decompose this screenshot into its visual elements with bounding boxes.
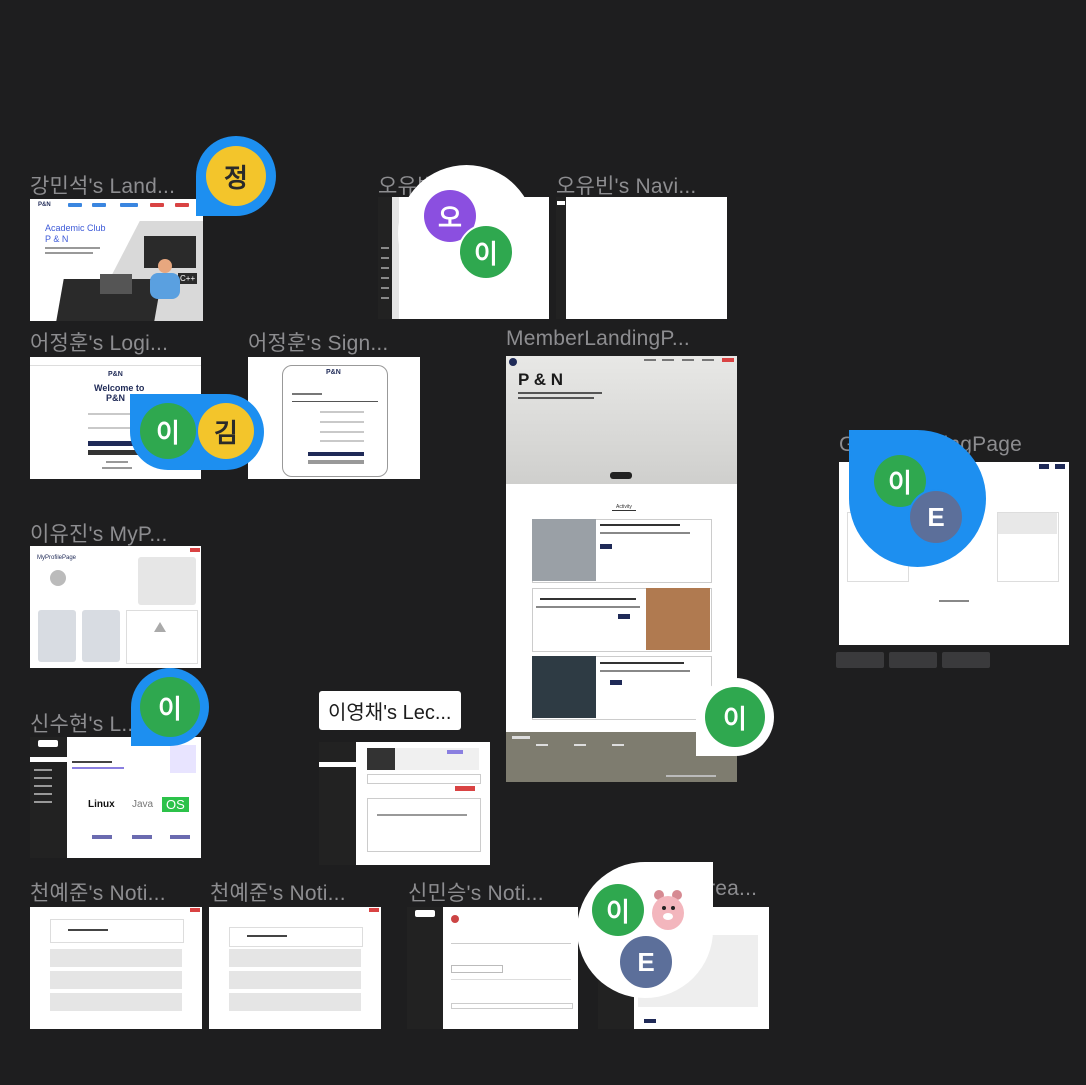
avatar-lee: 이	[705, 687, 765, 747]
tag-os: OS	[162, 797, 189, 812]
avatar-lee: 이	[140, 677, 200, 737]
toolbar-widget	[836, 652, 884, 668]
frame-lee-mypage[interactable]: MyProfilePage	[30, 546, 201, 668]
avatar-kim: 김	[198, 403, 254, 459]
section-tab: Activity	[612, 504, 636, 511]
signup-button	[308, 452, 364, 456]
person-body	[150, 273, 180, 299]
frame-oh-nav2[interactable]	[556, 197, 727, 319]
frame-label-lee-mypage[interactable]: 이유진's MyP...	[30, 518, 168, 548]
welcome-heading: Welcome to	[94, 383, 145, 393]
sidebar	[319, 742, 356, 865]
frame-label-member-landing[interactable]: MemberLandingP...	[506, 327, 690, 351]
logo: P&N	[38, 202, 51, 208]
welcome-heading-brand: P&N	[106, 393, 126, 403]
hero-text	[45, 252, 93, 254]
avatar-jeong: 정	[206, 146, 266, 206]
bear-avatar-icon	[648, 886, 688, 934]
frame-kang-landing[interactable]: P&N Academic Club P & N C++	[30, 199, 203, 321]
frame-label-cheon-noti2[interactable]: 천예준's Noti...	[210, 877, 346, 907]
toolbar-widget	[942, 652, 990, 668]
frame-label-cheon-noti1[interactable]: 천예준's Noti...	[30, 877, 166, 907]
frame-label-shin-l[interactable]: 신수현's L...	[30, 708, 140, 738]
nav-item	[92, 203, 106, 207]
hero-text	[45, 247, 100, 249]
frame-eo-signup[interactable]: P&N	[248, 357, 420, 479]
nav-item	[175, 203, 189, 207]
hero-title: P & N	[518, 370, 564, 389]
frame-cheon-noti2[interactable]	[209, 907, 381, 1029]
frame-label-kang[interactable]: 강민석's Land...	[30, 170, 175, 200]
avatar-e: E	[908, 489, 964, 545]
frame-cheon-noti1[interactable]	[30, 907, 202, 1029]
frame-shin-noti[interactable]	[407, 907, 578, 1029]
frame-shin-l[interactable]: Linux Java OS	[30, 737, 201, 858]
sidebar	[407, 907, 443, 1029]
avatar-lee: 이	[140, 403, 196, 459]
nav-item	[150, 203, 164, 207]
tag-java: Java	[132, 799, 154, 810]
frame-label-eo-login[interactable]: 어정훈's Logi...	[30, 327, 168, 357]
avatar-lee: 이	[458, 224, 514, 280]
hero-button	[610, 472, 632, 479]
frame-label-oh-nav2[interactable]: 오유빈's Navi...	[556, 170, 696, 200]
frame-label-lee-lec[interactable]: 이영채's Lec...	[319, 691, 461, 730]
nav-item	[120, 203, 138, 207]
logo	[509, 358, 517, 366]
person-head	[158, 259, 172, 273]
logo: P&N	[108, 371, 123, 378]
page-title: MyProfilePage	[37, 555, 77, 561]
avatar-e: E	[618, 934, 674, 990]
frame-lee-lec[interactable]	[319, 742, 490, 865]
toolbar-widget	[889, 652, 937, 668]
sidebar	[556, 197, 566, 319]
avatar-lee: 이	[592, 884, 644, 936]
nav-item	[68, 203, 82, 207]
hero-title: Academic Club	[45, 223, 106, 233]
avatar	[50, 570, 66, 586]
frame-label-eo-signup[interactable]: 어정훈's Sign...	[248, 327, 388, 357]
hero-subtitle: P & N	[45, 234, 69, 244]
sidebar	[30, 737, 67, 858]
tag-linux: Linux	[88, 799, 115, 810]
logo: P&N	[326, 369, 341, 376]
monitor	[100, 274, 132, 294]
code-tag: C++	[178, 273, 198, 284]
frame-label-shin-noti[interactable]: 신민승's Noti...	[408, 877, 544, 907]
